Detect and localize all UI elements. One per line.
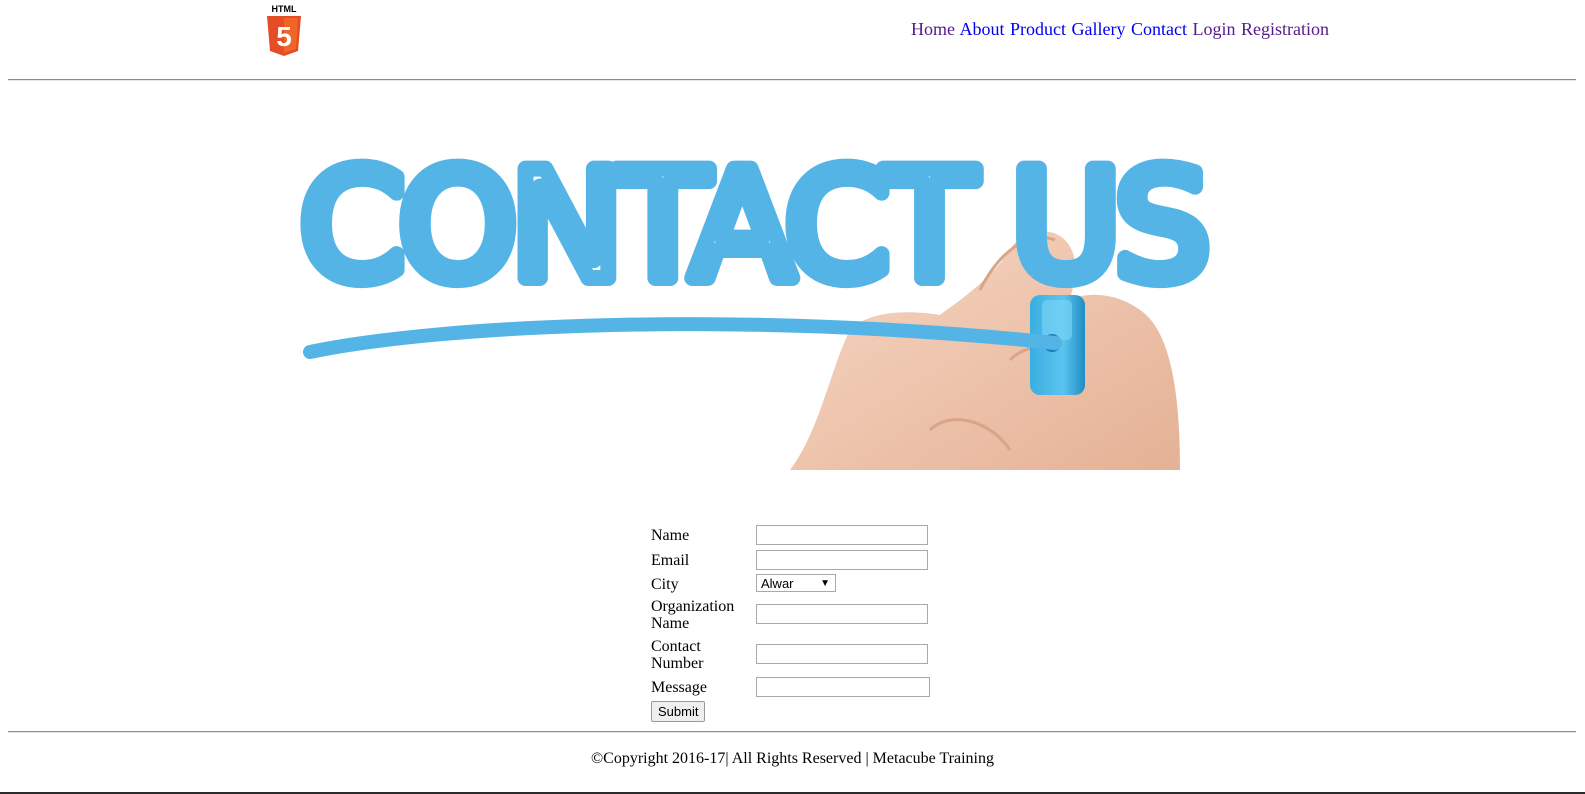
nav-product[interactable]: Product bbox=[1010, 19, 1066, 39]
message-input[interactable] bbox=[756, 677, 930, 697]
city-select[interactable]: Alwar ▼ bbox=[756, 574, 836, 592]
contact-us-text: CONTACT US bbox=[300, 140, 1204, 314]
contact-number-label: Contact Number bbox=[651, 638, 704, 672]
city-label: City bbox=[651, 576, 679, 593]
name-input[interactable] bbox=[756, 525, 928, 545]
email-input[interactable] bbox=[756, 550, 928, 570]
footer-copyright: ©Copyright 2016-17| All Rights Reserved … bbox=[591, 750, 994, 767]
message-label: Message bbox=[651, 679, 707, 696]
footer-divider bbox=[8, 731, 1576, 733]
name-label: Name bbox=[651, 527, 690, 544]
nav-about[interactable]: About bbox=[960, 19, 1005, 39]
nav-contact[interactable]: Contact bbox=[1131, 19, 1187, 39]
main-nav: Home About Product Gallery Contact Login… bbox=[911, 19, 1330, 40]
contact-us-banner: CONTACT US bbox=[290, 130, 1270, 470]
dropdown-arrow-icon: ▼ bbox=[820, 578, 830, 589]
submit-button[interactable]: Submit bbox=[651, 701, 706, 722]
contact-number-input[interactable] bbox=[756, 644, 928, 664]
html5-logo: HTML 5 bbox=[265, 3, 303, 57]
nav-login[interactable]: Login bbox=[1193, 19, 1236, 39]
email-label: Email bbox=[651, 552, 690, 569]
logo-number: 5 bbox=[276, 21, 292, 52]
organization-input[interactable] bbox=[756, 604, 928, 624]
nav-home[interactable]: Home bbox=[911, 19, 955, 39]
nav-gallery[interactable]: Gallery bbox=[1072, 19, 1126, 39]
logo-text: HTML bbox=[272, 4, 297, 14]
header-divider bbox=[8, 79, 1576, 81]
city-row: City Alwar ▼ bbox=[651, 573, 951, 593]
nav-registration[interactable]: Registration bbox=[1241, 19, 1329, 39]
organization-label: Organization Name bbox=[651, 598, 735, 632]
city-selected-value: Alwar bbox=[761, 576, 794, 591]
